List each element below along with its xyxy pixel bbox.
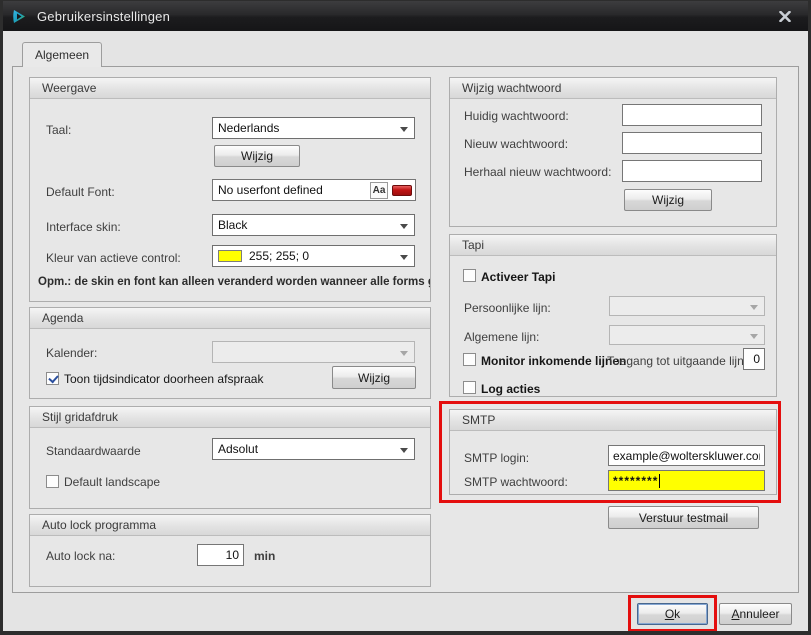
algemene-lijn-label: Algemene lijn:	[464, 330, 539, 344]
default-font-label: Default Font:	[46, 185, 115, 199]
chevron-down-icon	[400, 255, 408, 260]
toegang-input[interactable]	[743, 348, 765, 370]
group-tapi: Tapi Activeer Tapi Persoonlijke lijn: Al…	[449, 234, 777, 397]
default-font-value: No userfont defined	[218, 183, 370, 197]
interface-skin-combo[interactable]: Black	[212, 214, 415, 236]
group-password-header: Wijzig wachtwoord	[450, 78, 776, 99]
skin-font-note: Opm.: de skin en font kan alleen verande…	[38, 276, 430, 288]
tijdsindicator-checkbox[interactable]	[46, 372, 59, 385]
huidig-wachtwoord-label: Huidig wachtwoord:	[464, 109, 569, 123]
tijdsindicator-label: Toon tijdsindicator doorheen afspraak	[64, 372, 263, 386]
group-stijl-gridafdruk: Stijl gridafdruk Standaardwaarde Adsolut…	[29, 406, 431, 509]
group-agenda-header: Agenda	[30, 308, 430, 329]
auto-lock-label: Auto lock na:	[46, 549, 115, 563]
group-agenda: Agenda Kalender: Toon tijdsindicator doo…	[29, 307, 431, 399]
standaardwaarde-combo[interactable]: Adsolut	[212, 438, 415, 460]
herhaal-wachtwoord-label: Herhaal nieuw wachtwoord:	[464, 165, 611, 179]
annuleer-button-label: nnuleer	[739, 607, 779, 621]
default-font-field[interactable]: No userfont defined Aa	[212, 179, 416, 201]
monitor-lijnen-checkbox[interactable]	[463, 353, 476, 366]
group-tapi-header: Tapi	[450, 235, 776, 256]
group-weergave-header: Weergave	[30, 78, 430, 99]
interface-skin-value: Black	[218, 218, 247, 232]
chevron-down-icon	[400, 351, 408, 356]
close-icon	[779, 11, 791, 22]
color-swatch	[218, 250, 242, 262]
kalender-label: Kalender:	[46, 346, 97, 360]
default-landscape-checkbox[interactable]	[46, 475, 59, 488]
auto-lock-unit: min	[254, 549, 275, 563]
tab-algemeen[interactable]: Algemeen	[22, 42, 102, 67]
smtp-highlight-box	[439, 401, 781, 503]
wachtwoord-wijzig-button[interactable]: Wijzig	[624, 189, 712, 211]
huidig-wachtwoord-input[interactable]	[622, 104, 762, 126]
weergave-wijzig-button[interactable]: Wijzig	[214, 145, 300, 167]
nieuw-wachtwoord-input[interactable]	[622, 132, 762, 154]
annuleer-button[interactable]: Annuleer	[719, 603, 792, 625]
group-stijl-header: Stijl gridafdruk	[30, 407, 430, 428]
standaardwaarde-label: Standaardwaarde	[46, 444, 141, 458]
standaardwaarde-value: Adsolut	[218, 442, 258, 456]
taal-label: Taal:	[46, 123, 71, 137]
log-acties-checkbox[interactable]	[463, 381, 476, 394]
taal-combo[interactable]: Nederlands	[212, 117, 415, 139]
group-auto-lock-header: Auto lock programma	[30, 515, 430, 536]
herhaal-wachtwoord-input[interactable]	[622, 160, 762, 182]
group-weergave: Weergave Taal: Nederlands Wijzig Default…	[29, 77, 431, 302]
chevron-down-icon	[400, 224, 408, 229]
active-control-color-label: Kleur van actieve control:	[46, 251, 181, 265]
close-button[interactable]	[772, 6, 798, 26]
font-clear-button[interactable]	[392, 185, 412, 196]
monitor-lijnen-label: Monitor inkomende lijnen	[481, 354, 626, 368]
nieuw-wachtwoord-label: Nieuw wachtwoord:	[464, 137, 568, 151]
ok-highlight-box	[628, 595, 717, 632]
chevron-down-icon	[400, 127, 408, 132]
font-picker-button[interactable]: Aa	[370, 182, 388, 199]
taal-value: Nederlands	[218, 121, 279, 135]
chevron-down-icon	[400, 448, 408, 453]
window-title: Gebruikersinstellingen	[37, 9, 170, 24]
toegang-label: Toegang tot uitgaande lijn	[607, 354, 744, 368]
activeer-tapi-checkbox[interactable]	[463, 269, 476, 282]
verstuur-testmail-button[interactable]: Verstuur testmail	[608, 506, 759, 529]
active-control-color-combo[interactable]: 255; 255; 0	[212, 245, 415, 267]
group-wijzig-wachtwoord: Wijzig wachtwoord Huidig wachtwoord: Nie…	[449, 77, 777, 227]
app-icon	[11, 8, 28, 25]
agenda-wijzig-button[interactable]: Wijzig	[332, 366, 416, 389]
titlebar: Gebruikersinstellingen	[3, 1, 808, 31]
persoonlijke-lijn-label: Persoonlijke lijn:	[464, 301, 551, 315]
active-control-color-value: 255; 255; 0	[249, 249, 309, 263]
user-settings-dialog: Gebruikersinstellingen Algemeen Weergave…	[0, 0, 811, 635]
activeer-tapi-label: Activeer Tapi	[481, 270, 555, 284]
log-acties-label: Log acties	[481, 382, 540, 396]
auto-lock-input[interactable]	[197, 544, 244, 566]
persoonlijke-lijn-combo	[609, 296, 765, 316]
tab-panel: Weergave Taal: Nederlands Wijzig Default…	[12, 66, 799, 593]
chevron-down-icon	[750, 334, 758, 339]
chevron-down-icon	[750, 305, 758, 310]
group-auto-lock: Auto lock programma Auto lock na: min	[29, 514, 431, 587]
default-landscape-label: Default landscape	[64, 475, 160, 489]
interface-skin-label: Interface skin:	[46, 220, 121, 234]
algemene-lijn-combo	[609, 325, 765, 345]
kalender-combo	[212, 341, 415, 363]
